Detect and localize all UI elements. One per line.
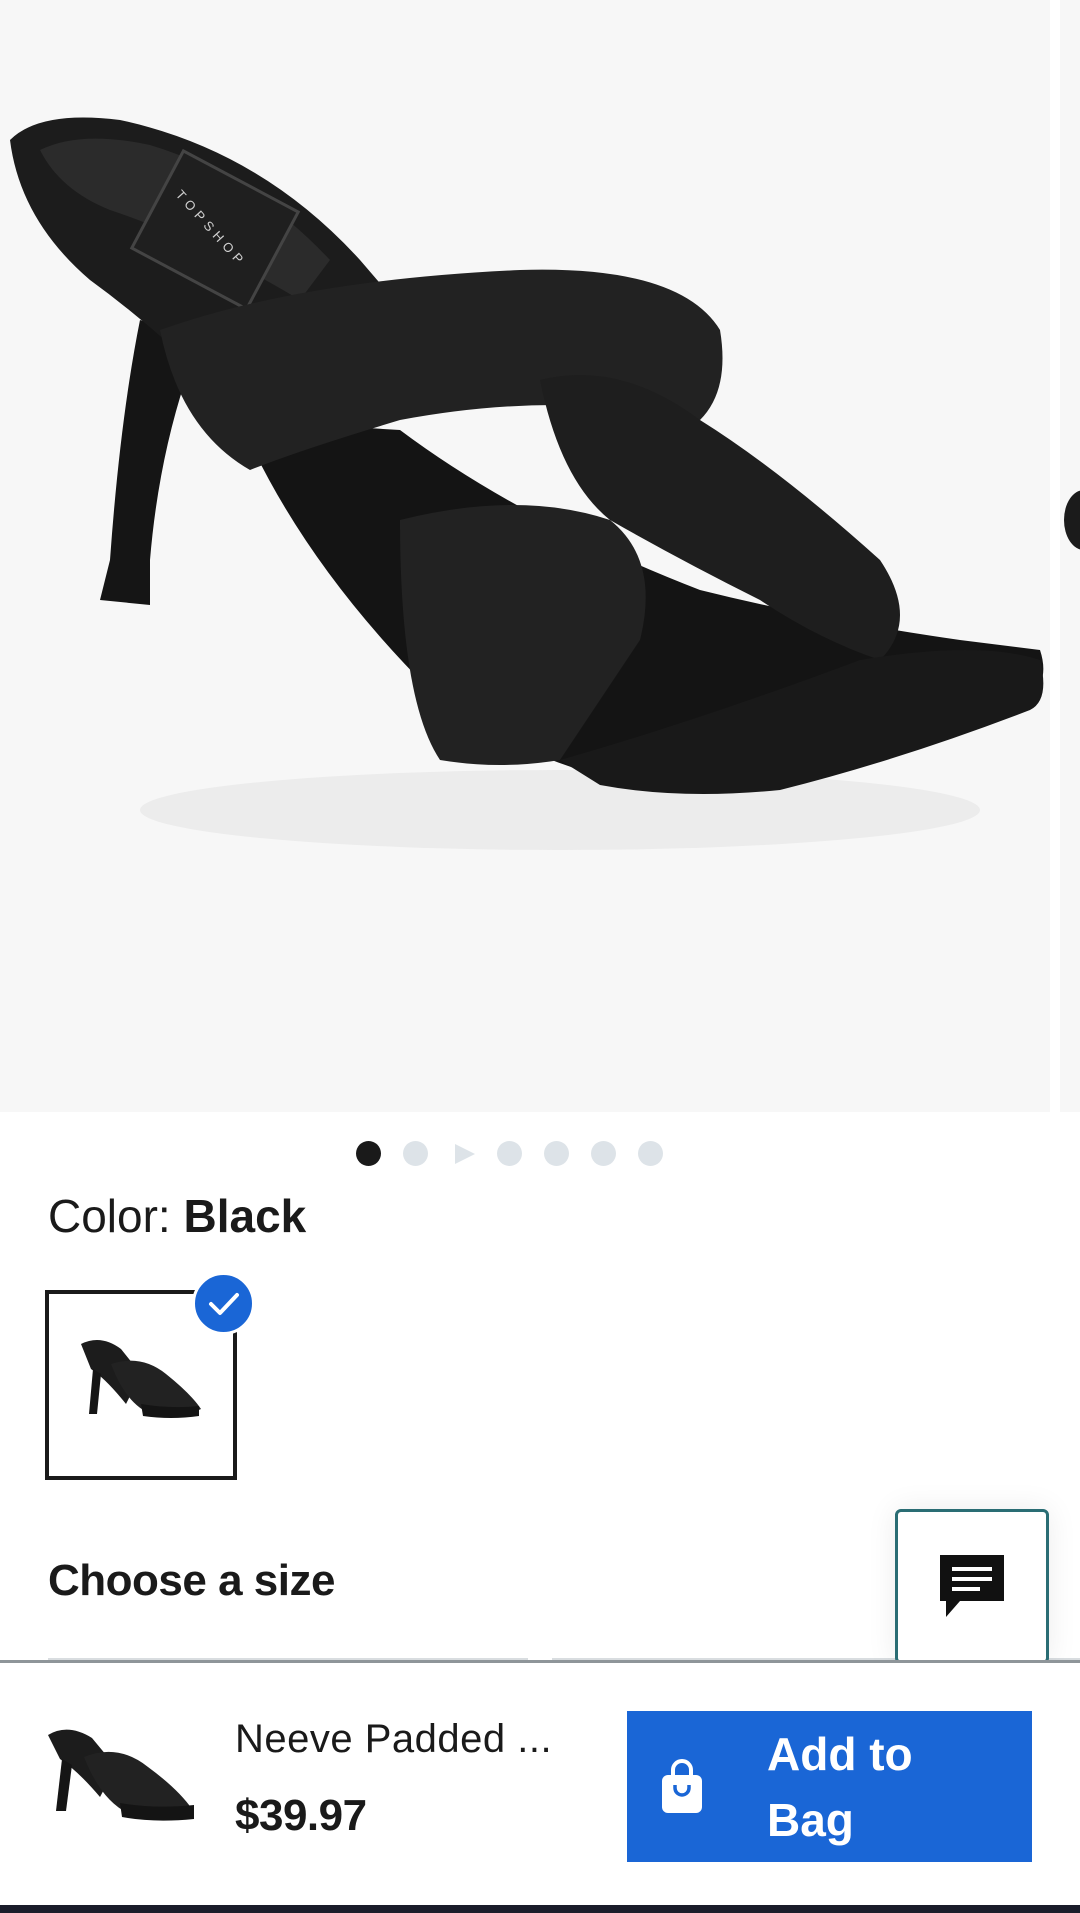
carousel-dot-6[interactable] (591, 1141, 616, 1166)
chat-button[interactable] (895, 1509, 1049, 1664)
add-to-bag-button[interactable]: Add to Bag (627, 1711, 1032, 1862)
next-image-peek[interactable] (1060, 0, 1080, 1112)
swatch-shoe-thumbnail (81, 1340, 201, 1418)
carousel-dot-2[interactable] (403, 1141, 428, 1166)
carousel-dot-7[interactable] (638, 1141, 663, 1166)
chat-bubble-icon (940, 1554, 1004, 1617)
color-label-prefix: Color: (48, 1190, 184, 1242)
add-to-bag-label: Add to Bag (767, 1727, 913, 1846)
carousel-dot-4[interactable] (497, 1141, 522, 1166)
sticky-add-to-bag-bar: Neeve Padded ... $39.97 Add to Bag (0, 1660, 1080, 1905)
system-nav-strip (0, 1905, 1080, 1913)
choose-size-heading: Choose a size (48, 1556, 335, 1605)
bar-product-name: Neeve Padded ... (235, 1717, 553, 1761)
carousel-dot-1[interactable] (356, 1141, 381, 1166)
selected-checkmark-icon (192, 1272, 255, 1335)
shoe-illustration: TOPSHOP (10, 117, 1044, 850)
color-label: Color: Black (48, 1188, 306, 1244)
selected-color: Black (183, 1190, 307, 1242)
bar-product-price: $39.97 (235, 1791, 367, 1840)
carousel-dot-5[interactable] (544, 1141, 569, 1166)
carousel-video-play-icon[interactable] (450, 1141, 475, 1166)
bar-product-thumbnail[interactable] (44, 1723, 196, 1833)
product-image[interactable]: TOPSHOP (0, 0, 1050, 1112)
carousel-dots (356, 1141, 663, 1166)
shopping-bag-icon (657, 1758, 707, 1815)
